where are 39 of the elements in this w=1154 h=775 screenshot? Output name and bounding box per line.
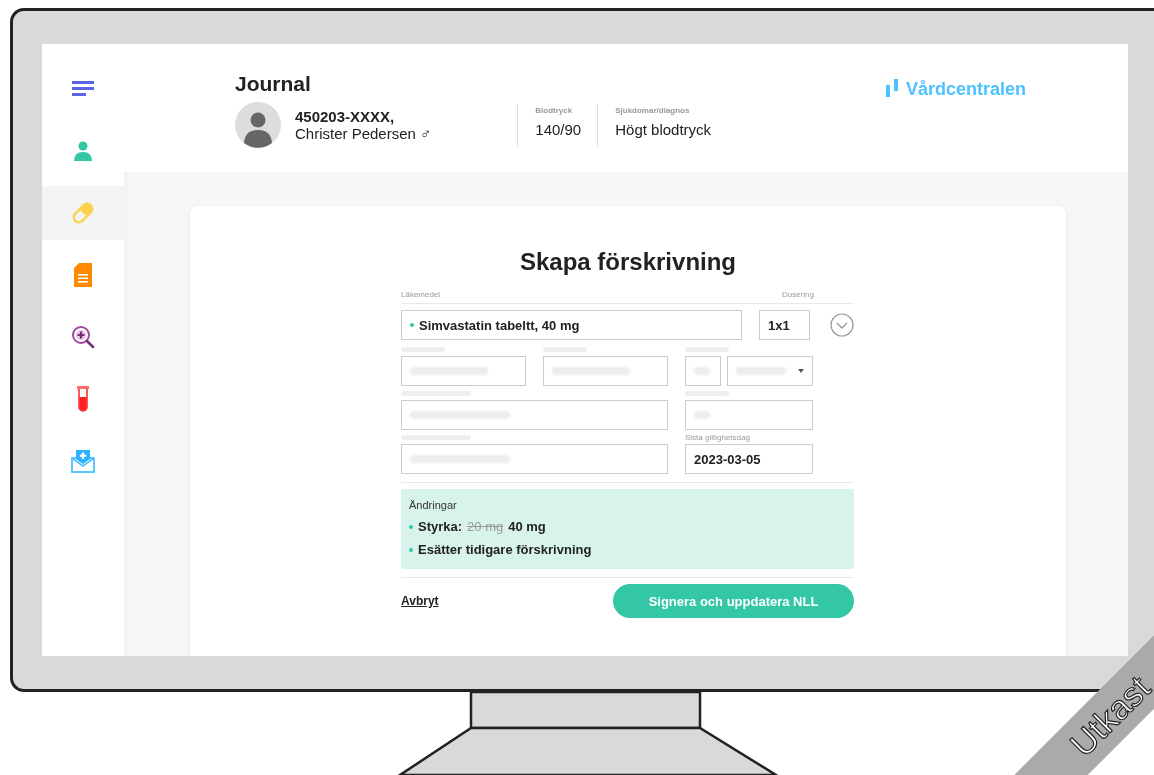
patient-name: Christer Pedersen ♂ — [295, 125, 432, 142]
document-icon — [74, 263, 92, 287]
expiry-date-field[interactable]: 2023-03-05 — [685, 444, 813, 474]
form-title: Skapa förskrivning — [518, 248, 738, 276]
stat-value: Högt blodtryck — [615, 121, 712, 138]
change-note: Esätter tidigare förskrivning — [418, 542, 592, 557]
dosage-field[interactable]: 1x1 — [759, 310, 810, 340]
pill-icon — [71, 201, 95, 225]
magnifier-icon — [71, 325, 95, 349]
stat-label: Blodtryck — [535, 106, 574, 115]
mail-icon — [71, 449, 95, 473]
redacted-field[interactable] — [401, 400, 668, 430]
redacted-field[interactable] — [401, 356, 526, 386]
chevron-down-icon[interactable] — [830, 313, 854, 337]
redacted-field[interactable] — [685, 356, 721, 386]
brand-name: Vårdcentralen — [905, 79, 1026, 100]
avatar-icon — [235, 102, 281, 148]
caret-icon — [798, 369, 804, 373]
medication-field[interactable]: Simvastatin tabeltt, 40 mg — [401, 310, 742, 340]
cancel-link[interactable]: Avbryt — [401, 594, 439, 608]
page-title: Journal — [235, 72, 312, 96]
patient-id: 450203-XXXX, — [295, 108, 396, 125]
logo-icon — [885, 79, 898, 97]
stat-value: 140/90 — [535, 121, 582, 138]
test-tube-icon — [77, 386, 89, 412]
menu-icon — [72, 81, 94, 97]
stat-label: Sjukdomar/diagnos — [615, 106, 691, 115]
redacted-dropdown[interactable] — [727, 356, 813, 386]
old-value: 20 mg — [467, 519, 504, 534]
field-label: Dosering — [782, 290, 814, 299]
changes-heading: Ändringar — [409, 499, 458, 511]
redacted-field[interactable] — [401, 444, 668, 474]
redacted-field[interactable] — [685, 400, 813, 430]
field-label: Sista giltighetsdag — [685, 433, 751, 442]
change-label: Styrka: — [418, 519, 463, 534]
person-icon — [73, 141, 93, 161]
redacted-field[interactable] — [543, 356, 668, 386]
field-label: Läkemedel — [401, 290, 441, 299]
new-value: 40 mg — [508, 519, 546, 534]
